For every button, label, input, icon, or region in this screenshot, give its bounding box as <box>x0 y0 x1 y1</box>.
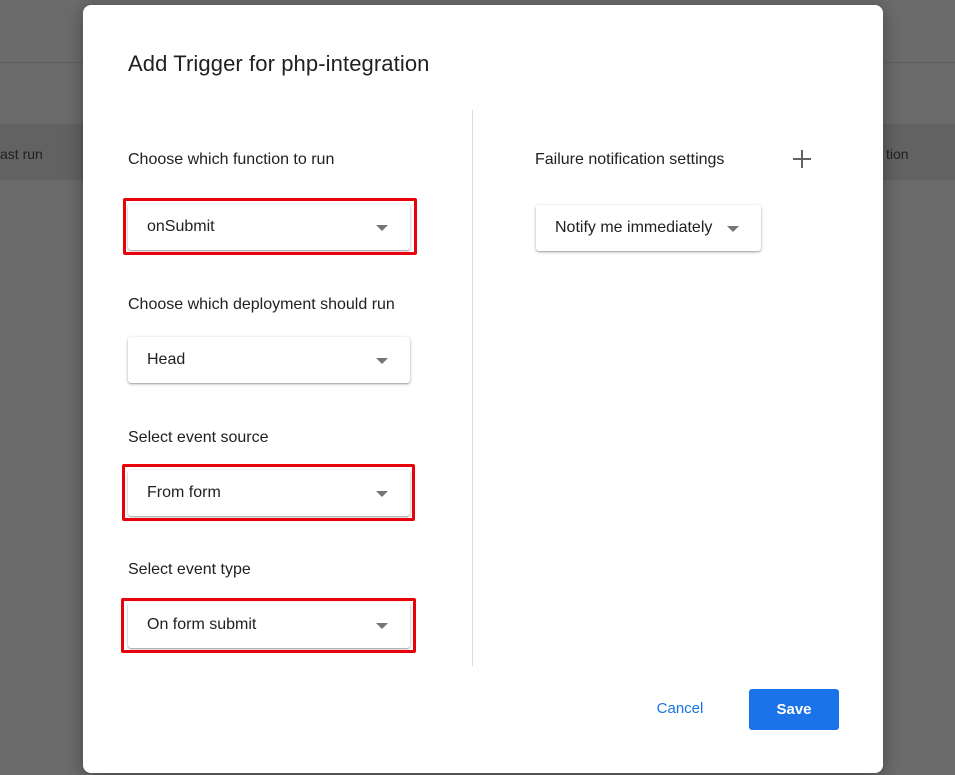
save-button[interactable]: Save <box>749 689 839 730</box>
event-source-select-value: From form <box>147 484 221 501</box>
add-trigger-dialog: Add Trigger for php-integration Choose w… <box>83 5 883 773</box>
cancel-button[interactable]: Cancel <box>639 690 721 728</box>
dropdown-arrow-icon <box>376 225 388 231</box>
column-divider <box>472 110 473 666</box>
plus-icon[interactable] <box>791 148 813 170</box>
failure-notification-select[interactable]: Notify me immediately <box>536 205 761 251</box>
function-label: Choose which function to run <box>128 151 335 168</box>
dropdown-arrow-icon <box>376 623 388 629</box>
dropdown-arrow-icon <box>376 358 388 364</box>
dropdown-arrow-icon <box>376 491 388 497</box>
event-type-label: Select event type <box>128 561 251 578</box>
deployment-label: Choose which deployment should run <box>128 296 395 313</box>
event-source-select[interactable]: From form <box>128 470 410 516</box>
function-select[interactable]: onSubmit <box>128 204 410 250</box>
function-select-value: onSubmit <box>147 218 215 235</box>
bg-column-last-run: ast run <box>0 146 43 162</box>
failure-notification-label: Failure notification settings <box>535 151 725 168</box>
event-source-label: Select event source <box>128 429 269 446</box>
deployment-select[interactable]: Head <box>128 337 410 383</box>
bg-column-function: tion <box>886 146 909 162</box>
dropdown-arrow-icon <box>727 226 739 232</box>
event-type-select[interactable]: On form submit <box>128 602 410 648</box>
event-type-select-value: On form submit <box>147 616 257 633</box>
failure-notification-select-value: Notify me immediately <box>555 219 713 236</box>
dialog-title: Add Trigger for php-integration <box>128 51 430 76</box>
deployment-select-value: Head <box>147 351 186 368</box>
